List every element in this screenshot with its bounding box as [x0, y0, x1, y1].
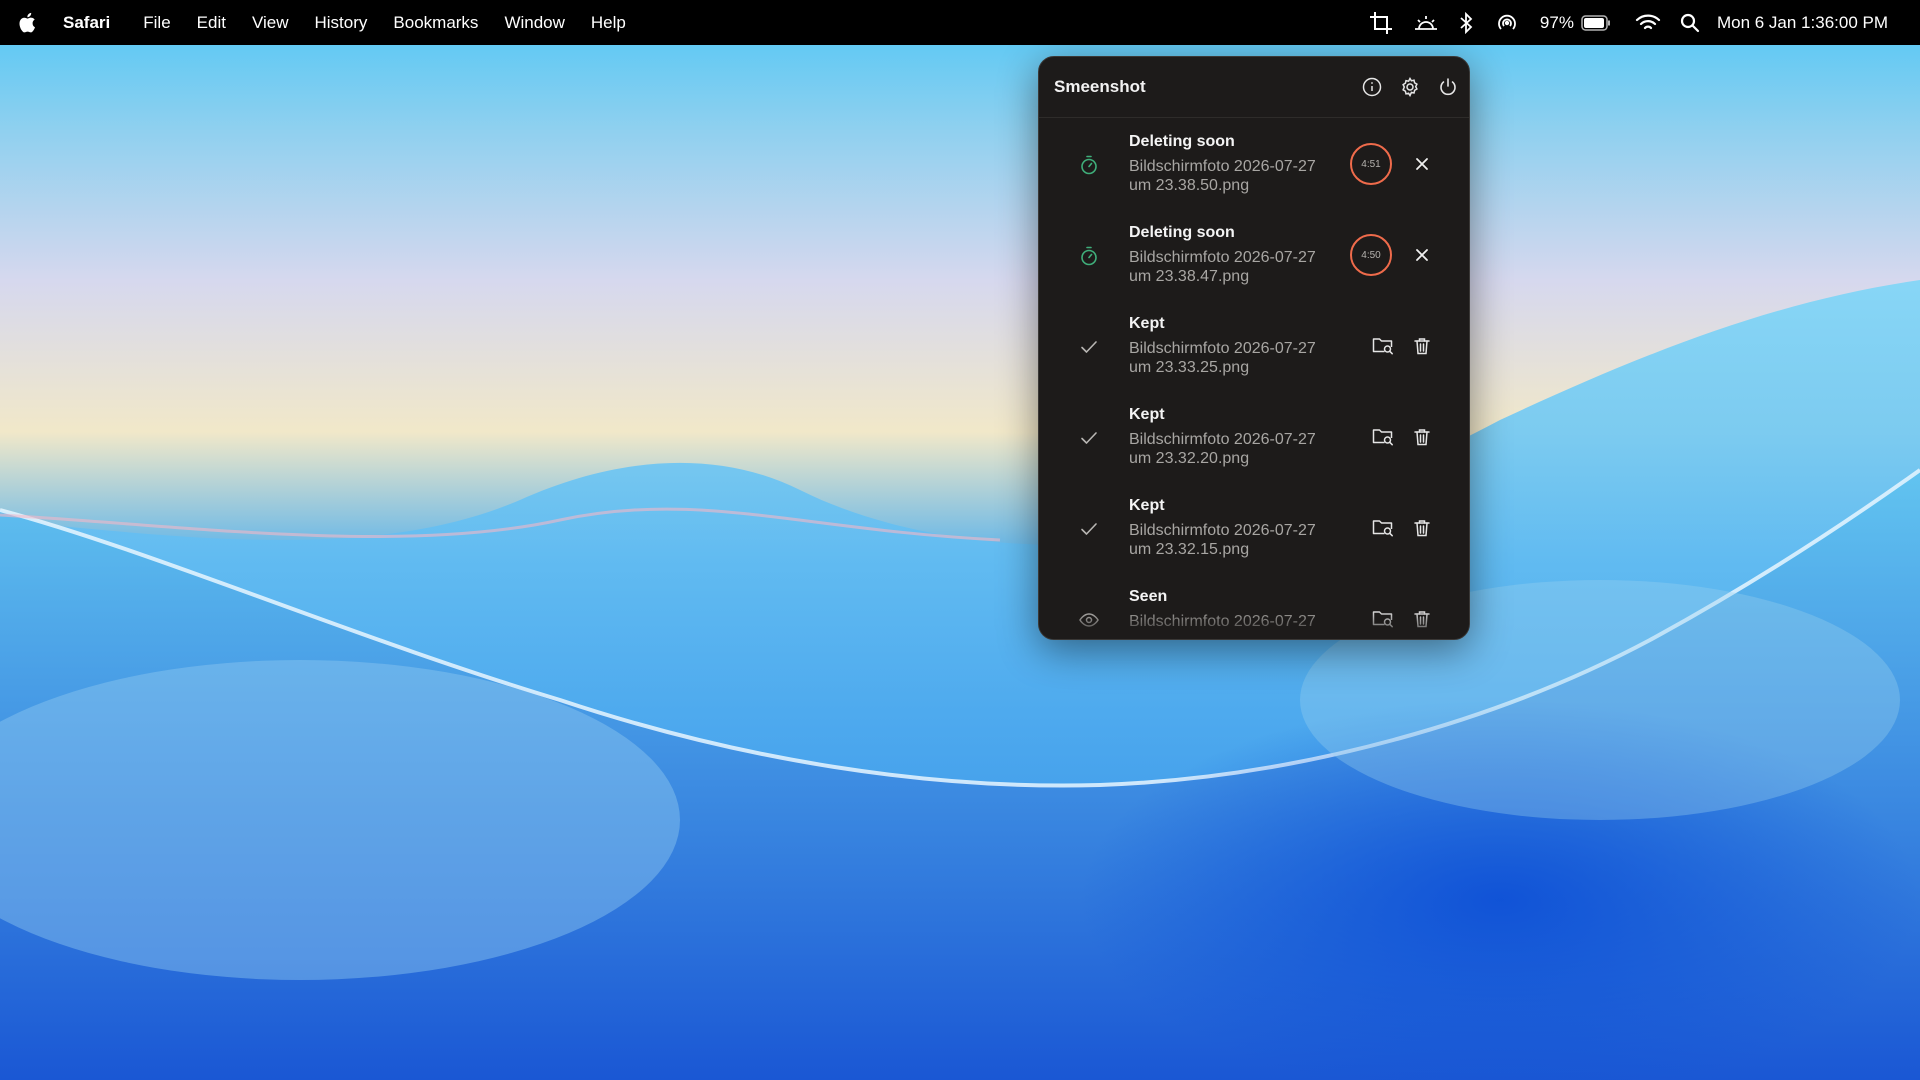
trash-icon[interactable]	[1410, 425, 1434, 449]
item-filename: Bildschirmfoto 2026-07-27	[1129, 613, 1316, 630]
info-icon[interactable]	[1360, 75, 1384, 99]
folder-search-icon[interactable]	[1371, 334, 1395, 358]
folder-search-icon[interactable]	[1371, 607, 1395, 631]
item-status: Deleting soon	[1129, 133, 1235, 150]
battery-percent: 97%	[1539, 12, 1574, 32]
item-status: Seen	[1129, 588, 1168, 605]
list-item[interactable]: Kept Bildschirmfoto 2026-07-27 um 23.32.…	[1039, 392, 1469, 483]
power-icon[interactable]	[1436, 75, 1460, 99]
bluetooth-icon[interactable]	[1456, 0, 1476, 45]
desktop: Safari File Edit View History Bookmarks …	[0, 0, 1920, 1080]
apple-logo-icon[interactable]	[17, 12, 37, 34]
item-filename: Bildschirmfoto 2026-07-27 um 23.38.50.pn…	[1129, 158, 1316, 194]
screenshot-list[interactable]: Deleting soon Bildschirmfoto 2026-07-27 …	[1039, 119, 1469, 639]
menu-file[interactable]: File	[143, 13, 170, 33]
item-filename: Bildschirmfoto 2026-07-27 um 23.32.20.pn…	[1129, 431, 1316, 467]
stopwatch-icon	[1079, 246, 1099, 266]
trash-icon[interactable]	[1410, 607, 1434, 631]
countdown-timer: 4:51	[1350, 143, 1392, 185]
checkmark-icon	[1079, 519, 1099, 539]
trash-icon[interactable]	[1410, 334, 1434, 358]
list-item[interactable]: Kept Bildschirmfoto 2026-07-27 um 23.33.…	[1039, 301, 1469, 392]
menu-bar: Safari File Edit View History Bookmarks …	[0, 0, 1920, 45]
smeenshot-panel: Smeenshot Deleting soon Bildschirmfoto 2…	[1038, 56, 1470, 640]
item-status: Kept	[1129, 497, 1165, 514]
menu-edit[interactable]: Edit	[197, 13, 226, 33]
list-item[interactable]: Deleting soon Bildschirmfoto 2026-07-27 …	[1039, 210, 1469, 301]
item-filename: Bildschirmfoto 2026-07-27 um 23.32.15.pn…	[1129, 522, 1316, 558]
item-status: Deleting soon	[1129, 224, 1235, 241]
panel-title: Smeenshot	[1054, 77, 1146, 96]
list-item[interactable]: Seen Bildschirmfoto 2026-07-27	[1039, 574, 1469, 639]
list-item[interactable]: Deleting soon Bildschirmfoto 2026-07-27 …	[1039, 119, 1469, 210]
trash-icon[interactable]	[1410, 516, 1434, 540]
menu-app-name[interactable]: Safari	[63, 13, 110, 33]
crop-icon[interactable]	[1368, 0, 1394, 45]
folder-search-icon[interactable]	[1371, 516, 1395, 540]
gear-icon[interactable]	[1398, 75, 1422, 99]
item-status: Kept	[1129, 315, 1165, 332]
item-status: Kept	[1129, 406, 1165, 423]
menu-bookmarks[interactable]: Bookmarks	[393, 13, 478, 33]
wallpaper	[0, 280, 1920, 1080]
folder-search-icon[interactable]	[1371, 425, 1395, 449]
search-icon[interactable]	[1679, 0, 1701, 45]
item-filename: Bildschirmfoto 2026-07-27 um 23.33.25.pn…	[1129, 340, 1316, 376]
item-filename: Bildschirmfoto 2026-07-27 um 23.38.47.pn…	[1129, 249, 1316, 285]
countdown-timer: 4:50	[1350, 234, 1392, 276]
wifi-icon[interactable]	[1635, 0, 1661, 45]
checkmark-icon	[1079, 337, 1099, 357]
airdrop-icon[interactable]	[1495, 0, 1519, 45]
battery-icon[interactable]	[1581, 0, 1611, 45]
panel-header: Smeenshot	[1039, 57, 1469, 118]
eye-icon	[1079, 610, 1099, 630]
menu-help[interactable]: Help	[591, 13, 626, 33]
menu-view[interactable]: View	[252, 13, 289, 33]
menu-clock[interactable]: Mon 6 Jan 1:36:00 PM	[1717, 13, 1888, 33]
menu-window[interactable]: Window	[504, 13, 564, 33]
checkmark-icon	[1079, 428, 1099, 448]
menu-history[interactable]: History	[315, 13, 368, 33]
brightness-icon[interactable]	[1413, 0, 1439, 45]
close-icon[interactable]	[1410, 152, 1434, 176]
list-item[interactable]: Kept Bildschirmfoto 2026-07-27 um 23.32.…	[1039, 483, 1469, 574]
stopwatch-icon	[1079, 155, 1099, 175]
close-icon[interactable]	[1410, 243, 1434, 267]
